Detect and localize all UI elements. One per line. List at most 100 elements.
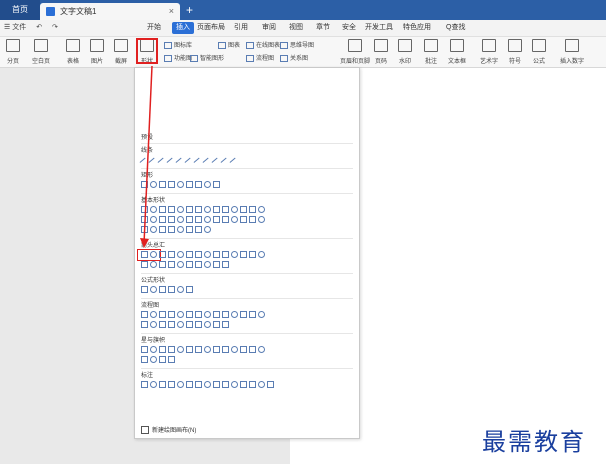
shape-item[interactable] [258, 216, 265, 223]
shape-item[interactable] [186, 261, 193, 268]
shape-item[interactable] [258, 311, 265, 318]
shape-item[interactable] [249, 381, 256, 388]
shape-item[interactable] [150, 206, 157, 213]
shape-item[interactable] [249, 311, 256, 318]
shape-item[interactable] [186, 226, 193, 233]
shape-item[interactable] [186, 206, 193, 213]
shape-item[interactable] [150, 346, 157, 353]
shape-item[interactable] [159, 251, 166, 258]
ribbon-button-1[interactable]: 空白页 [32, 39, 50, 65]
ribbon-right-button-5[interactable]: 艺术字 [480, 39, 498, 65]
shape-item[interactable] [150, 311, 157, 318]
shape-item[interactable] [177, 181, 184, 188]
undo-icon[interactable]: ↶ [36, 24, 42, 31]
shape-item[interactable] [213, 216, 220, 223]
shape-item[interactable] [231, 216, 238, 223]
ribbon-button-3[interactable]: 图片 [90, 39, 104, 65]
shape-item[interactable] [141, 216, 148, 223]
shape-item[interactable] [168, 321, 175, 328]
shape-item[interactable] [186, 251, 193, 258]
shape-item[interactable] [213, 321, 220, 328]
tab-6[interactable]: 章节 [316, 20, 330, 36]
shape-item[interactable] [195, 206, 202, 213]
shape-item[interactable] [258, 251, 265, 258]
shape-item[interactable] [168, 226, 175, 233]
shape-item[interactable] [195, 321, 202, 328]
shape-item[interactable] [195, 346, 202, 353]
shape-item[interactable] [222, 261, 229, 268]
ribbon-small-button-4[interactable]: 在线图表 [246, 40, 280, 49]
shape-item[interactable] [177, 226, 184, 233]
shape-item[interactable] [204, 381, 211, 388]
tab-3[interactable]: 引用 [234, 20, 248, 36]
shape-item[interactable] [222, 321, 229, 328]
shape-item[interactable] [159, 216, 166, 223]
shape-item[interactable] [159, 346, 166, 353]
shape-item[interactable] [168, 356, 175, 363]
shape-item[interactable] [195, 311, 202, 318]
shape-item[interactable] [141, 251, 148, 258]
ribbon-small-button-2[interactable]: 智能图形 [190, 53, 224, 62]
tab-8[interactable]: 开发工具 [365, 20, 393, 36]
shape-item[interactable] [168, 286, 175, 293]
shape-item[interactable] [177, 286, 184, 293]
shape-item[interactable] [177, 206, 184, 213]
shape-item[interactable] [240, 311, 247, 318]
shape-item[interactable] [150, 261, 157, 268]
ribbon-right-button-0[interactable]: 页眉和页脚 [340, 39, 370, 65]
shape-item[interactable] [240, 346, 247, 353]
shape-item[interactable] [159, 261, 166, 268]
shape-item[interactable] [177, 346, 184, 353]
ribbon-right-button-3[interactable]: 批注 [424, 39, 438, 65]
shape-item[interactable] [195, 381, 202, 388]
shape-item[interactable] [213, 261, 220, 268]
shape-item[interactable] [249, 216, 256, 223]
shape-item[interactable] [222, 311, 229, 318]
shape-item[interactable] [141, 356, 148, 363]
shape-item[interactable] [240, 381, 247, 388]
shape-item[interactable] [231, 381, 238, 388]
shape-item[interactable] [141, 206, 148, 213]
shape-item[interactable] [231, 346, 238, 353]
new-tab-button[interactable]: + [186, 2, 193, 18]
tab-5[interactable]: 视图 [289, 20, 303, 36]
shape-item[interactable] [168, 311, 175, 318]
shape-item[interactable] [150, 286, 157, 293]
shape-item[interactable] [249, 251, 256, 258]
tab-2[interactable]: 页面布局 [197, 20, 225, 36]
shape-item[interactable] [204, 251, 211, 258]
shape-item[interactable] [168, 346, 175, 353]
shape-item[interactable] [177, 251, 184, 258]
shape-item[interactable] [141, 181, 148, 188]
shape-item[interactable] [222, 216, 229, 223]
shape-item[interactable] [222, 346, 229, 353]
ribbon-small-button-3[interactable]: 图表 [218, 40, 240, 49]
shape-item[interactable] [267, 381, 274, 388]
shape-item[interactable] [213, 181, 220, 188]
shape-item[interactable] [258, 346, 265, 353]
shape-item[interactable] [195, 251, 202, 258]
shape-item[interactable] [213, 381, 220, 388]
ribbon-small-button-7[interactable]: 关系图 [280, 53, 308, 62]
shape-item[interactable] [186, 286, 193, 293]
ribbon-right-button-8[interactable]: 插入数字 [560, 39, 584, 65]
shape-item[interactable] [222, 251, 229, 258]
shape-item[interactable] [186, 346, 193, 353]
shape-item[interactable] [204, 181, 211, 188]
shape-item[interactable] [186, 381, 193, 388]
shape-item[interactable] [204, 311, 211, 318]
shape-item[interactable] [150, 356, 157, 363]
document-tab[interactable]: 文字文稿1 × [40, 3, 180, 20]
shape-item[interactable] [195, 216, 202, 223]
file-menu[interactable]: ☰ 文件 [4, 24, 26, 31]
shape-item[interactable] [186, 216, 193, 223]
shape-item[interactable] [168, 206, 175, 213]
ribbon-button-0[interactable]: 分页 [6, 39, 20, 65]
shape-item[interactable] [150, 226, 157, 233]
ribbon-right-button-1[interactable]: 页码 [374, 39, 388, 65]
shape-item[interactable] [141, 286, 148, 293]
shape-item[interactable] [168, 261, 175, 268]
shape-item[interactable] [195, 261, 202, 268]
shape-item[interactable] [240, 216, 247, 223]
tab-10[interactable]: Q查找 [446, 20, 465, 36]
